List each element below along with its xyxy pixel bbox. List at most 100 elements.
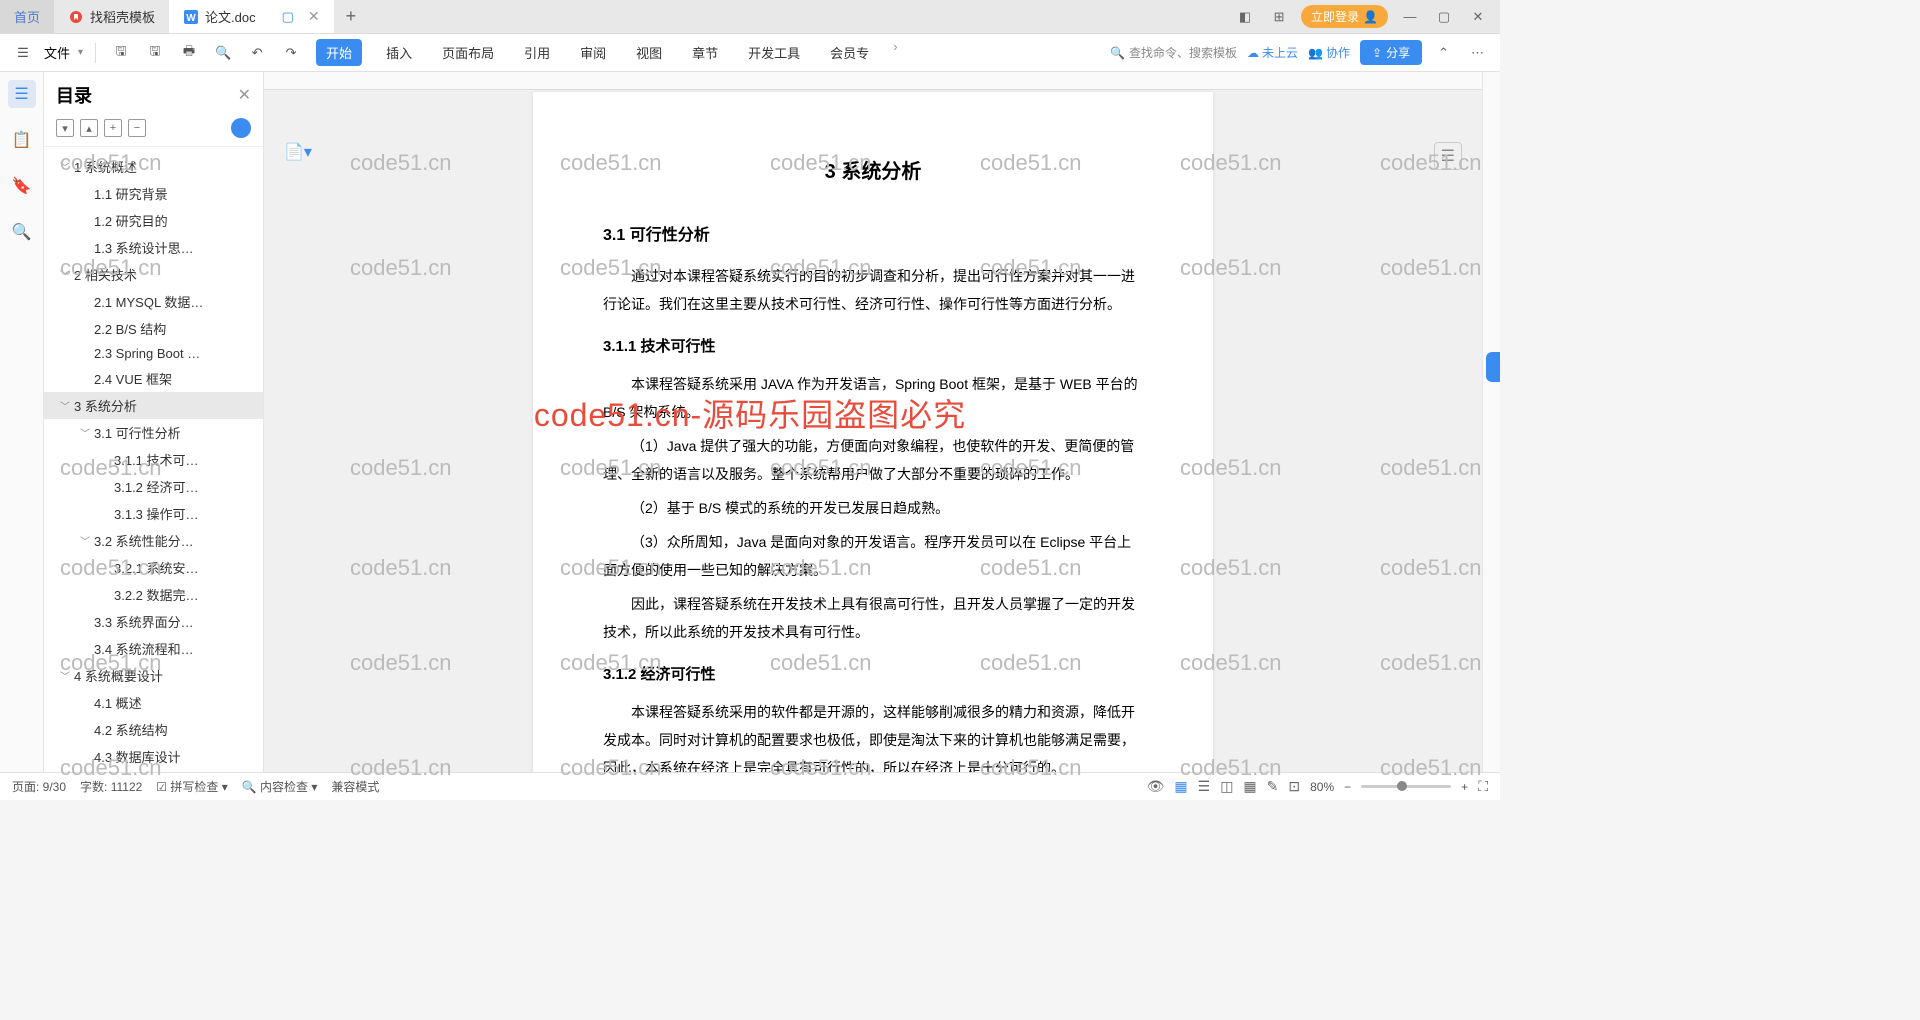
main-area: ☰ 📋 🔖 🔍 目录 ✕ ▾ ▴ + − ﹀1 系统概述1.1 研究背景1.2 … [0, 72, 1500, 772]
spell-check[interactable]: ☑ 拼写检查 ▾ [156, 778, 227, 795]
outline-item[interactable]: ﹀1 系统概述 [44, 153, 263, 180]
zoom-out-icon[interactable]: − [1344, 780, 1351, 794]
zoom-in-icon[interactable]: + [1461, 780, 1468, 794]
login-button[interactable]: 立即登录👤 [1301, 5, 1388, 28]
remove-icon[interactable]: − [128, 119, 146, 137]
tab-layout[interactable]: 页面布局 [436, 39, 500, 66]
pin-icon[interactable]: ✎ [1267, 778, 1279, 795]
outline-item[interactable]: 4.2 系统结构 [44, 716, 263, 743]
zoom-value[interactable]: 80% [1310, 780, 1334, 794]
save-as-icon[interactable]: 🖫 [142, 40, 168, 66]
outline-item[interactable]: ﹀4 系统概要设计 [44, 662, 263, 689]
window-close-icon[interactable]: ✕ [1466, 9, 1490, 25]
tab-start[interactable]: 开始 [316, 39, 362, 66]
outline-item[interactable]: 3.3 系统界面分… [44, 608, 263, 635]
outline-item[interactable]: 2.3 Spring Boot … [44, 342, 263, 365]
apps-icon[interactable]: ⊞ [1267, 9, 1291, 25]
paragraph: （2）基于 B/S 模式的系统的开发已发展日趋成熟。 [603, 494, 1143, 522]
outline-item[interactable]: ﹀3.2 系统性能分… [44, 527, 263, 554]
redo-icon[interactable]: ↷ [278, 40, 304, 66]
outline-item[interactable]: 2.4 VUE 框架 [44, 365, 263, 392]
tab-reference[interactable]: 引用 [518, 39, 556, 66]
clipboard-icon[interactable]: 📋 [8, 126, 36, 154]
new-tab-button[interactable]: + [334, 0, 369, 33]
outline-item[interactable]: 3.1.3 操作可… [44, 500, 263, 527]
tab-chapter[interactable]: 章节 [686, 39, 724, 66]
menu-bar: ☰ 文件 ▾ 🖫 🖫 🖶 🔍 ↶ ↷ 开始 插入 页面布局 引用 审阅 视图 章… [0, 34, 1500, 72]
outline-item[interactable]: 2.1 MYSQL 数据… [44, 288, 263, 315]
outline-item[interactable]: 1.2 研究目的 [44, 207, 263, 234]
tab-insert[interactable]: 插入 [380, 39, 418, 66]
grid-layout-icon[interactable]: ▦ [1243, 778, 1256, 795]
outline-item[interactable]: 3.4 系统流程和… [44, 635, 263, 662]
outline-item[interactable]: 4.3 数据库设计 [44, 743, 263, 770]
print-icon[interactable]: 🖶 [176, 40, 202, 66]
outline-item[interactable]: 1.3 系统设计思… [44, 234, 263, 261]
outline-item[interactable]: 3.2.1 系统安… [44, 554, 263, 581]
ai-icon[interactable] [231, 118, 251, 138]
outline-item[interactable]: 1.1 研究背景 [44, 180, 263, 207]
outline-close-icon[interactable]: ✕ [238, 85, 251, 105]
outline-item[interactable]: 3.2.2 数据完… [44, 581, 263, 608]
page-indicator[interactable]: 页面: 9/30 [12, 778, 66, 795]
tab-window-icon[interactable]: ▢ [282, 9, 294, 25]
outline-layout-icon[interactable]: ☰ [1198, 778, 1211, 795]
collab-button[interactable]: 👥协作 [1308, 44, 1350, 61]
template-icon [68, 9, 84, 25]
outline-toggle-icon[interactable]: ☰ [8, 80, 36, 108]
outline-title: 目录 [56, 82, 92, 108]
close-icon[interactable]: ✕ [308, 8, 320, 25]
collapse-all-icon[interactable]: ▾ [56, 119, 74, 137]
document-area[interactable]: 📄▾ ☰ 3 系统分析 3.1 可行性分析 通过对本课程答疑系统实行的目的初步调… [264, 72, 1482, 772]
content-check[interactable]: 🔍 内容检查 ▾ [242, 778, 318, 795]
share-button[interactable]: ⇪分享 [1360, 40, 1422, 65]
tab-review[interactable]: 审阅 [574, 39, 612, 66]
side-panel-toggle[interactable] [1486, 352, 1500, 382]
web-layout-icon[interactable]: ◫ [1220, 778, 1233, 795]
collapse-ribbon-icon[interactable]: ⌃ [1432, 45, 1455, 61]
maximize-icon[interactable]: ▢ [1432, 9, 1456, 25]
tab-member[interactable]: 会员专 [824, 39, 875, 66]
more-icon[interactable]: ⋯ [1465, 45, 1490, 61]
tab-dev[interactable]: 开发工具 [742, 39, 806, 66]
outline-item[interactable]: 3.1.1 技术可… [44, 446, 263, 473]
save-icon[interactable]: 🖫 [108, 40, 134, 66]
page-menu-icon[interactable]: 📄▾ [284, 142, 312, 162]
outline-item[interactable]: ﹀3.1 可行性分析 [44, 419, 263, 446]
outline-item[interactable]: 2.2 B/S 结构 [44, 315, 263, 342]
tab-doc[interactable]: W 论文.doc ▢ ✕ [169, 0, 334, 33]
bookmark-icon[interactable]: 🔖 [8, 172, 36, 200]
find-icon[interactable]: 🔍 [8, 218, 36, 246]
file-menu[interactable]: 文件 [44, 43, 70, 62]
outline-item[interactable]: 4.1 概述 [44, 689, 263, 716]
outline-item[interactable]: 3.1.2 经济可… [44, 473, 263, 500]
fit-icon[interactable]: ⊡ [1288, 778, 1300, 795]
more-tabs-icon[interactable]: › [893, 39, 897, 66]
outline-item[interactable]: ﹀3 系统分析 [44, 392, 263, 419]
layout-icon[interactable]: ◧ [1233, 9, 1257, 25]
outline-panel: 目录 ✕ ▾ ▴ + − ﹀1 系统概述1.1 研究背景1.2 研究目的1.3 … [44, 72, 264, 772]
page-content[interactable]: 3 系统分析 3.1 可行性分析 通过对本课程答疑系统实行的目的初步调查和分析，… [533, 92, 1213, 772]
fullscreen-icon[interactable]: ⛶ [1478, 778, 1488, 795]
paragraph: 因此，课程答疑系统在开发技术上具有很高可行性，且开发人员掌握了一定的开发技术，所… [603, 590, 1143, 646]
page-options-icon[interactable]: ☰ [1434, 142, 1462, 170]
compat-mode[interactable]: 兼容模式 [331, 778, 379, 795]
expand-all-icon[interactable]: ▴ [80, 119, 98, 137]
eye-icon[interactable]: 👁 [1147, 778, 1165, 795]
ruler [264, 72, 1482, 90]
minimize-icon[interactable]: — [1398, 9, 1422, 24]
print-preview-icon[interactable]: 🔍 [210, 40, 236, 66]
add-icon[interactable]: + [104, 119, 122, 137]
outline-item[interactable]: ﹀2 相关技术 [44, 261, 263, 288]
undo-icon[interactable]: ↶ [244, 40, 270, 66]
cloud-status[interactable]: ☁未上云 [1247, 44, 1298, 61]
left-rail: ☰ 📋 🔖 🔍 [0, 72, 44, 772]
hamburger-icon[interactable]: ☰ [10, 40, 36, 66]
tab-view[interactable]: 视图 [630, 39, 668, 66]
tab-template[interactable]: 找稻壳模板 [54, 0, 169, 33]
word-count[interactable]: 字数: 11122 [80, 778, 142, 795]
tab-home[interactable]: 首页 [0, 0, 54, 33]
search-command[interactable]: 🔍查找命令、搜索模板 [1110, 44, 1237, 61]
read-layout-icon[interactable]: ▦ [1174, 778, 1187, 795]
zoom-slider[interactable] [1361, 785, 1451, 788]
